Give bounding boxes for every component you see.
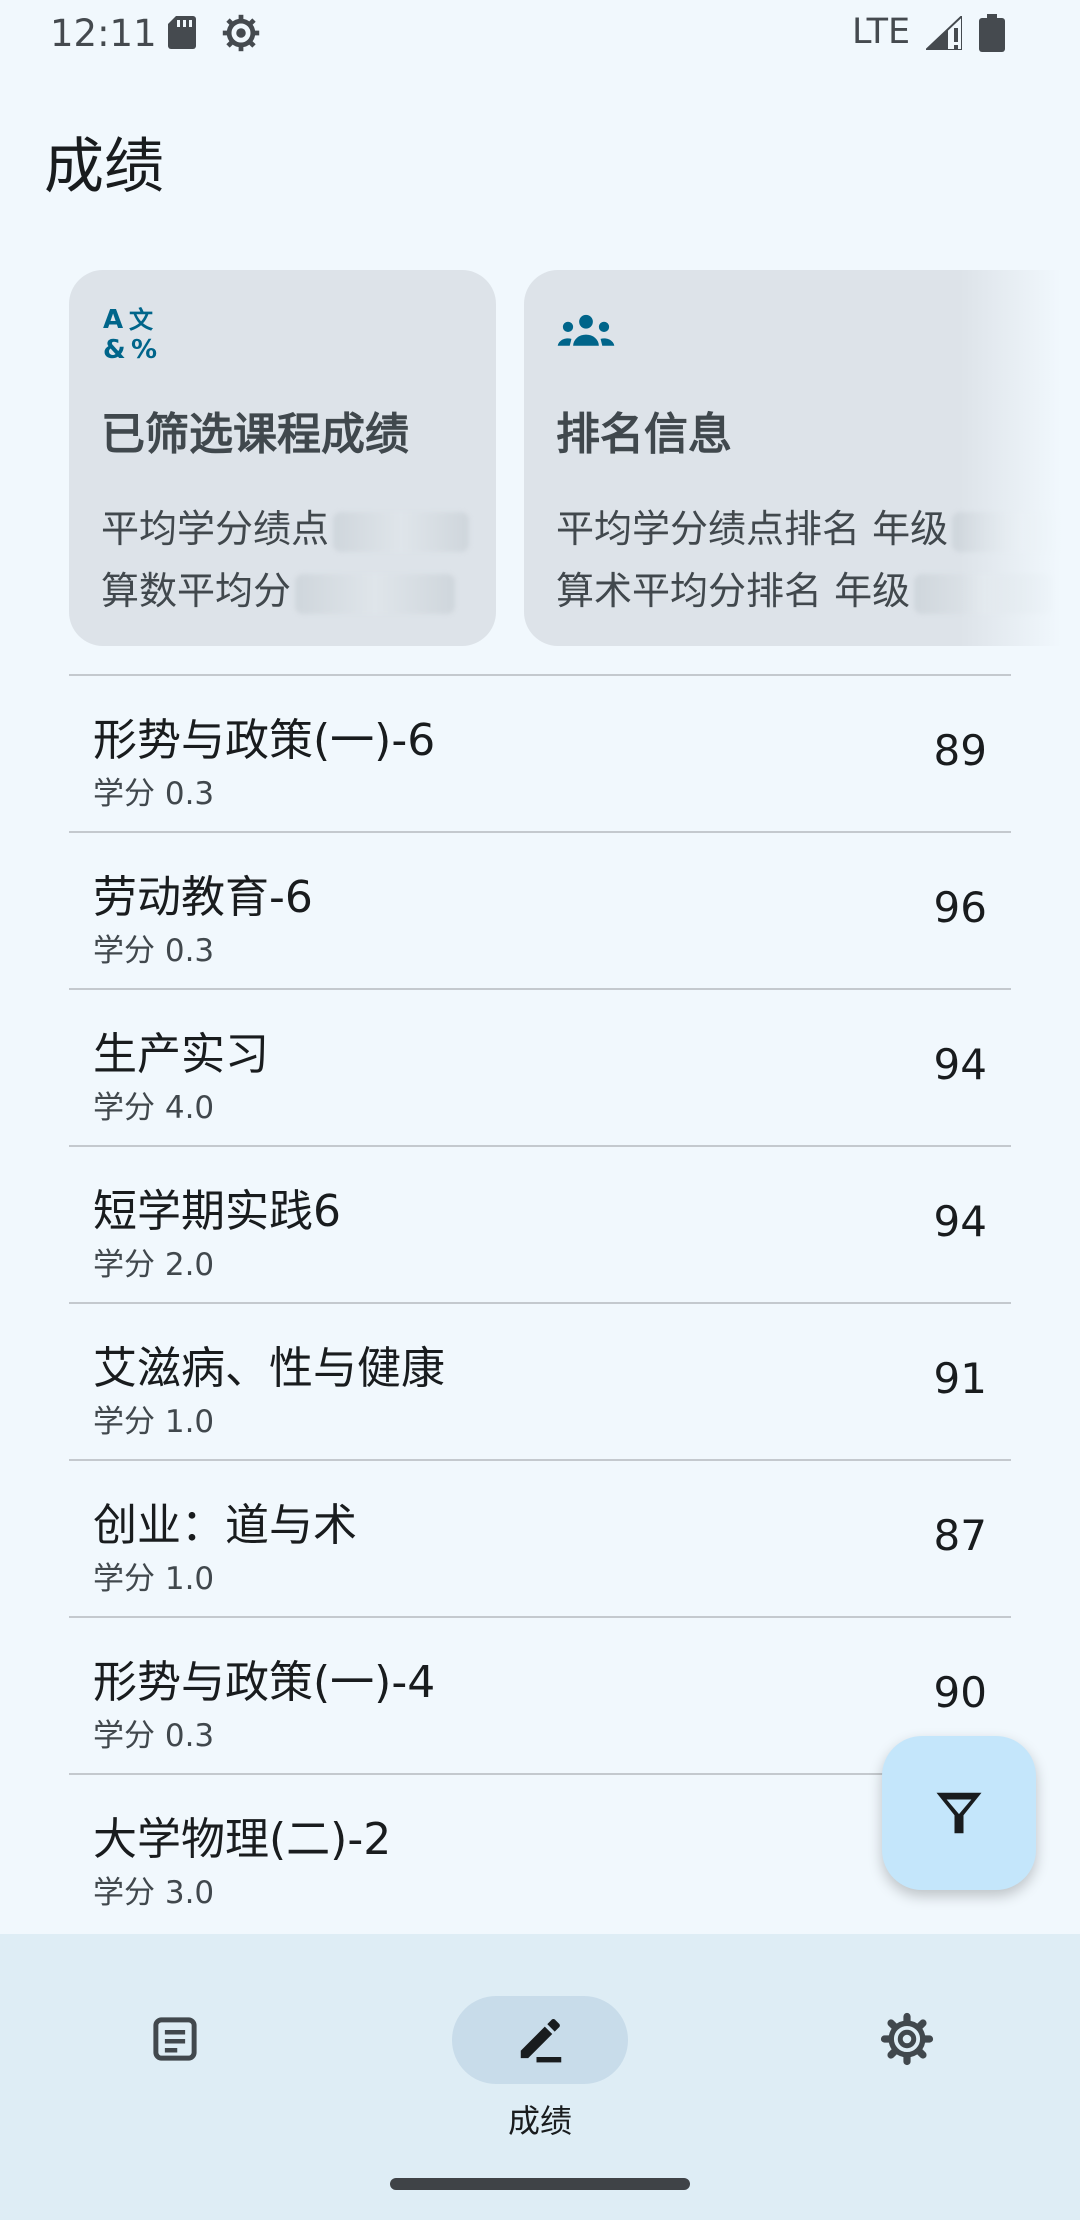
course-credit: 学分 2.0: [93, 1247, 215, 1283]
list-item[interactable]: 形势与政策(一)-6 学分 0.3 89: [69, 674, 1011, 831]
course-name: 形势与政策(一)-6: [93, 715, 436, 766]
groups-icon: [557, 314, 615, 346]
course-score: 94: [933, 1040, 987, 1089]
course-credit: 学分 0.3: [93, 933, 215, 969]
course-credit: 学分 3.0: [93, 1875, 215, 1911]
gpa-rank-label: 平均学分绩点排名 年级: [556, 507, 949, 551]
course-score: 91: [933, 1354, 987, 1403]
list-item[interactable]: 艾滋病、性与健康 学分 1.0 91: [69, 1302, 1011, 1459]
svg-text:%: %: [131, 335, 157, 362]
filtered-grades-card[interactable]: A 文 & % 已筛选课程成绩 平均学分绩点 算数平均分: [69, 270, 496, 646]
svg-text:&: &: [103, 335, 126, 362]
list-item[interactable]: 创业：道与术 学分 1.0 87: [69, 1459, 1011, 1616]
course-name: 创业：道与术: [93, 1500, 357, 1551]
list-item[interactable]: 劳动教育-6 学分 0.3 96: [69, 831, 1011, 988]
home-indicator[interactable]: [390, 2178, 690, 2190]
course-credit: 学分 4.0: [93, 1090, 215, 1126]
redacted-value: [333, 511, 470, 552]
svg-text:A: A: [103, 305, 123, 335]
signal-icon: [926, 16, 962, 50]
gpa-line: 平均学分绩点: [101, 498, 470, 553]
edit-icon: [520, 2019, 562, 2063]
redacted-value: [295, 573, 456, 614]
gpa-label: 平均学分绩点: [101, 507, 330, 551]
nav-item-settings[interactable]: [806, 1964, 1006, 2114]
sd-card-icon: [168, 16, 196, 49]
document-icon: [153, 2017, 197, 2061]
translate-icon: A 文 & %: [103, 305, 157, 362]
course-credit: 学分 0.3: [93, 776, 215, 812]
average-rank-label: 算术平均分排名 年级: [556, 569, 911, 613]
network-type: LTE: [852, 12, 911, 52]
list-item[interactable]: 形势与政策(一)-4 学分 0.3 90: [69, 1616, 1011, 1773]
average-label: 算数平均分: [101, 569, 292, 613]
course-credit: 学分 1.0: [93, 1561, 215, 1597]
list-item[interactable]: 生产实习 学分 4.0 94: [69, 988, 1011, 1145]
course-name: 形势与政策(一)-4: [93, 1657, 436, 1708]
course-score: 89: [933, 726, 987, 775]
course-name: 短学期实践6: [93, 1186, 341, 1237]
course-score: 87: [933, 1511, 987, 1560]
average-line: 算数平均分: [101, 560, 456, 615]
course-name: 艾滋病、性与健康: [93, 1343, 445, 1394]
page-title: 成绩: [44, 132, 164, 202]
course-score: 90: [933, 1668, 987, 1717]
status-time: 12:11: [50, 12, 157, 55]
status-bar: 12:11 LTE: [0, 0, 1080, 66]
nav-label: 成绩: [507, 2102, 572, 2140]
svg-text:文: 文: [129, 306, 154, 334]
list-item[interactable]: 短学期实践6 学分 2.0 94: [69, 1145, 1011, 1302]
course-credit: 学分 1.0: [93, 1404, 215, 1440]
card-title: 排名信息: [556, 409, 732, 460]
nav-item-courses[interactable]: [74, 1964, 274, 2114]
grade-list[interactable]: 形势与政策(一)-6 学分 0.3 89 劳动教育-6 学分 0.3 96 生产…: [69, 674, 1011, 1930]
filter-icon: [936, 1792, 982, 1834]
course-name: 大学物理(二)-2: [93, 1814, 392, 1865]
carousel-edge-fade: [960, 270, 1080, 646]
course-name: 劳动教育-6: [93, 872, 313, 923]
settings-icon: [880, 2012, 934, 2066]
course-credit: 学分 0.3: [93, 1718, 215, 1754]
summary-cards-carousel[interactable]: A 文 & % 已筛选课程成绩 平均学分绩点 算数平均分 排名信息 平均学分绩点…: [0, 270, 1080, 646]
list-item[interactable]: 大学物理(二)-2 学分 3.0: [69, 1773, 1011, 1930]
course-score: 96: [933, 883, 987, 932]
course-name: 生产实习: [93, 1029, 269, 1080]
battery-icon: [979, 14, 1005, 52]
settings-gear-icon: [222, 14, 260, 52]
nav-item-grades[interactable]: 成绩: [440, 1964, 640, 2140]
course-score: 94: [933, 1197, 987, 1246]
card-title: 已筛选课程成绩: [101, 409, 409, 460]
filter-button[interactable]: [882, 1736, 1036, 1890]
